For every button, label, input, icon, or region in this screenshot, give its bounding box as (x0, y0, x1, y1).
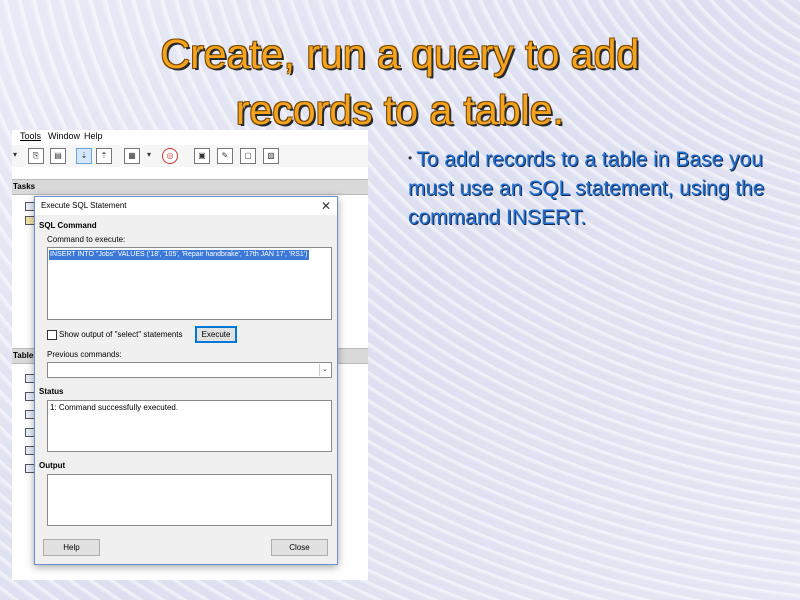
help-button[interactable]: Help (43, 539, 100, 556)
command-textarea[interactable]: INSERT INTO "Jobs" VALUES ('18', '105', … (47, 247, 332, 320)
previous-commands-label: Previous commands: (47, 350, 122, 359)
dialog-title: Execute SQL Statement (41, 201, 127, 210)
edit-table-icon[interactable]: ✎ (217, 148, 233, 164)
status-text: 1: Command successfully executed. (50, 403, 179, 412)
show-output-checkbox[interactable] (47, 330, 57, 340)
output-box (47, 474, 332, 526)
output-section-label: Output (39, 461, 66, 470)
slide-title-line2: records to a table. (235, 87, 565, 133)
rename-table-icon[interactable]: ▧ (263, 148, 279, 164)
execute-sql-dialog: Execute SQL Statement ✕ SQL Command Comm… (34, 196, 338, 565)
slide-title: Create, run a query to add records to a … (40, 26, 760, 138)
slide-title-line1: Create, run a query to add (160, 31, 640, 77)
command-text: INSERT INTO "Jobs" VALUES ('18', '105', … (49, 250, 309, 260)
menu-tools-label: Tools (20, 131, 42, 141)
sort-ascending-icon[interactable]: ⇣ (76, 148, 92, 164)
status-box: 1: Command successfully executed. (47, 400, 332, 452)
menu-tools[interactable]: Tools (20, 131, 41, 141)
bullet-text: To add records to a table in Base you mu… (408, 148, 765, 229)
paste-icon[interactable]: ▤ (50, 148, 66, 164)
tasks-panel-header: Tasks (12, 179, 368, 195)
help-lifebuoy-icon[interactable]: ◎ (162, 148, 178, 164)
chevron-down-icon[interactable]: ⌄ (319, 364, 330, 376)
close-icon[interactable]: ✕ (321, 199, 331, 213)
dialog-titlebar: Execute SQL Statement ✕ (35, 197, 337, 215)
form-dropdown-icon[interactable]: ▾ (142, 148, 156, 162)
sql-command-section-label: SQL Command (39, 221, 97, 230)
show-output-label: Show output of "select" statements (59, 330, 183, 339)
previous-commands-combo[interactable]: ⌄ (47, 362, 332, 378)
command-label: Command to execute: (47, 235, 126, 244)
slide-bullet: • To add records to a table in Base you m… (408, 144, 768, 232)
toolbar: ▾ ⎘ ▤ ⇣ ⇡ ▦ ▾ ◎ ▣ ✎ ▢ ▧ (12, 145, 368, 167)
close-button[interactable]: Close (271, 539, 328, 556)
execute-button[interactable]: Execute (195, 326, 237, 343)
copy-icon[interactable]: ⎘ (28, 148, 44, 164)
status-section-label: Status (39, 387, 64, 396)
sort-descending-icon[interactable]: ⇡ (96, 148, 112, 164)
delete-table-icon[interactable]: ▢ (240, 148, 256, 164)
open-table-icon[interactable]: ▣ (194, 148, 210, 164)
form-icon[interactable]: ▦ (124, 148, 140, 164)
bullet-dot-icon: • (408, 151, 413, 165)
dropdown-arrow-icon[interactable]: ▾ (12, 148, 22, 162)
